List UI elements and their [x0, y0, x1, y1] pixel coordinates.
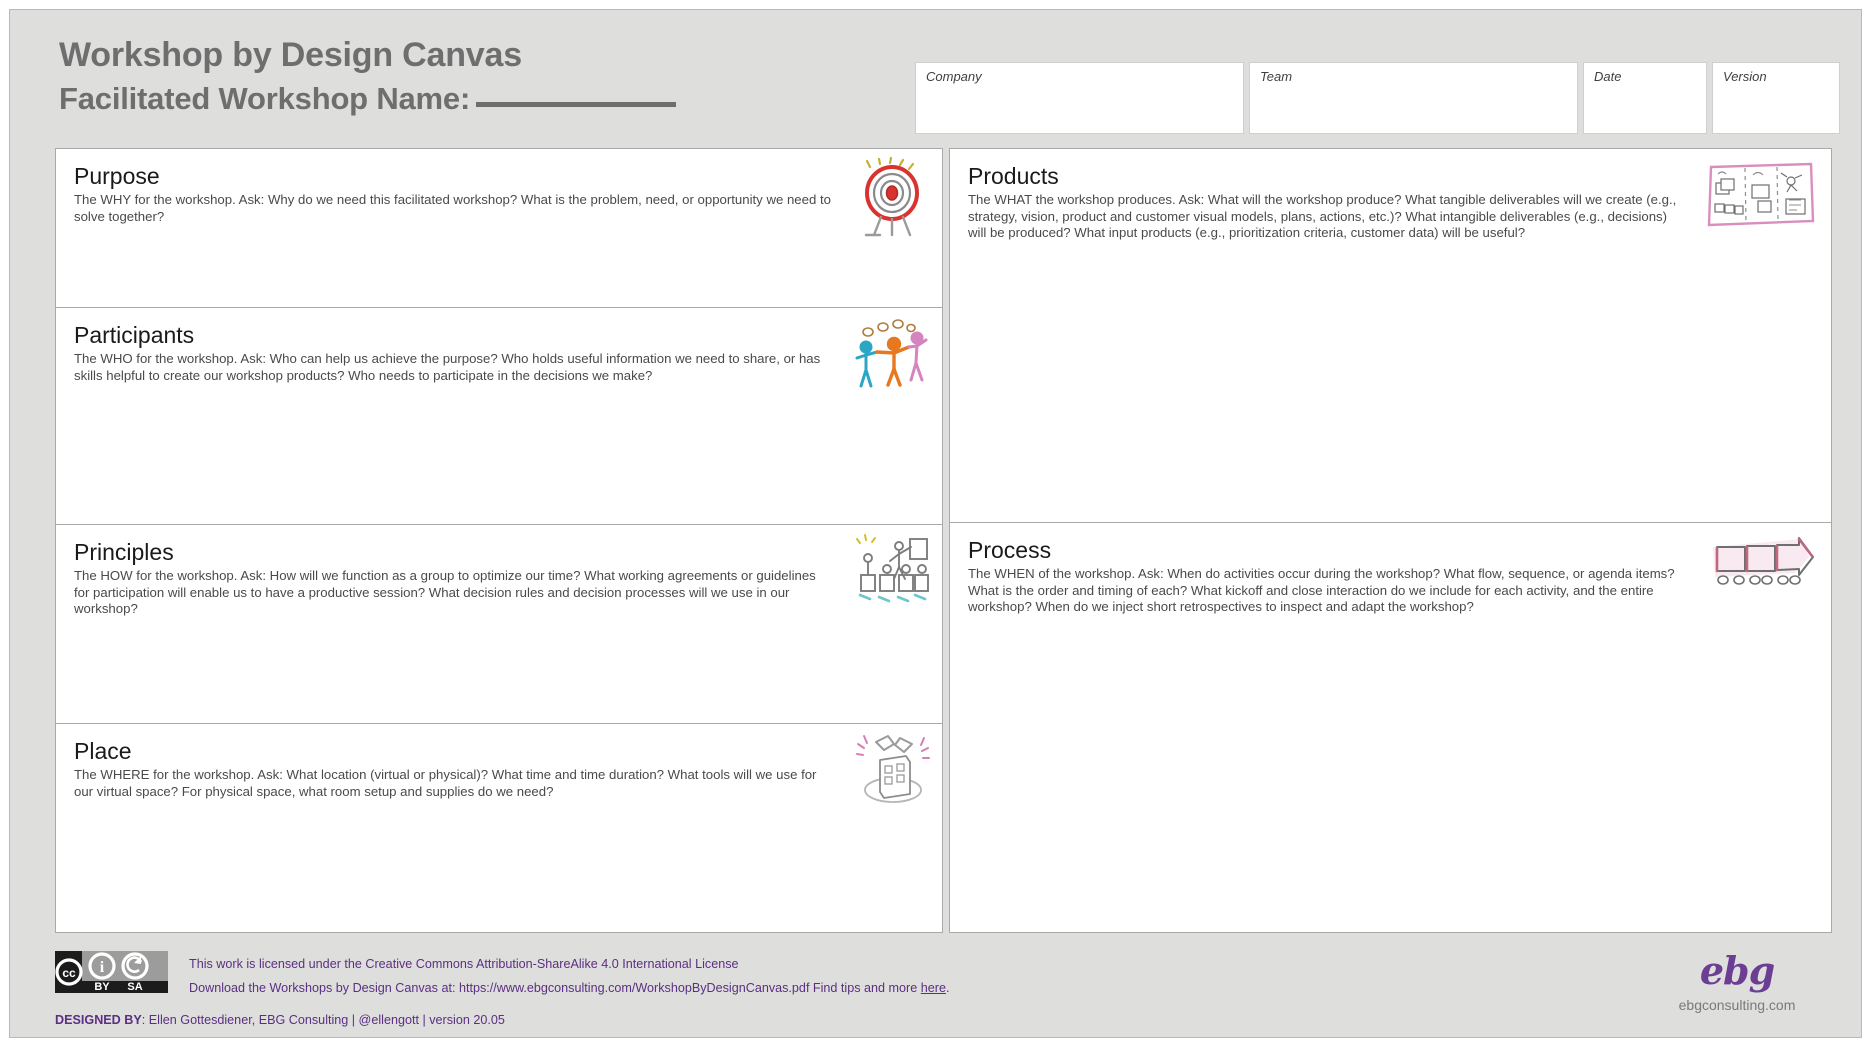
tips-here-link[interactable]: here: [921, 981, 946, 995]
designed-by-value: : Ellen Gottesdiener, EBG Consulting | @…: [141, 1013, 505, 1027]
version-field-label: Version: [1723, 69, 1767, 84]
group-meeting-icon: [854, 533, 932, 613]
svg-text:SA: SA: [127, 981, 142, 993]
workshop-by-design-canvas: Workshop by Design Canvas Facilitated Wo…: [0, 0, 1871, 1047]
header-meta-fields: Company Team Date Version: [915, 62, 1840, 134]
license-text-block: This work is licensed under the Creative…: [189, 952, 949, 1000]
panel-place[interactable]: Place The WHERE for the workshop. Ask: W…: [55, 723, 943, 933]
svg-text:cc: cc: [62, 966, 76, 980]
team-field-label: Team: [1260, 69, 1293, 84]
panel-process[interactable]: Process The WHEN of the workshop. Ask: W…: [949, 522, 1832, 933]
download-line-prefix: Download the Workshops by Design Canvas …: [189, 981, 921, 995]
canvas-header: Workshop by Design Canvas Facilitated Wo…: [9, 9, 1862, 149]
download-line: Download the Workshops by Design Canvas …: [189, 976, 949, 1000]
canvas-footer: cc i BY SA This work is licensed under t…: [9, 939, 1862, 1038]
ebg-website-url: ebgconsulting.com: [1678, 997, 1796, 1013]
left-column: Purpose The WHY for the workshop. Ask: W…: [55, 148, 943, 933]
ebg-brand-block: ebg ebgconsulting.com: [1642, 949, 1832, 1015]
people-group-icon: [854, 316, 932, 396]
panel-process-title: Process: [968, 537, 1052, 563]
panel-products[interactable]: Products The WHAT the workshop produces.…: [949, 148, 1832, 523]
panel-place-description: The WHERE for the workshop. Ask: What lo…: [74, 767, 817, 799]
panel-purpose[interactable]: Purpose The WHY for the workshop. Ask: W…: [55, 148, 943, 308]
panel-principles-title: Principles: [74, 539, 174, 565]
creative-commons-by-sa-icon: cc i BY SA: [55, 951, 168, 993]
panel-principles-description: The HOW for the workshop. Ask: How will …: [74, 568, 816, 616]
company-field[interactable]: Company: [915, 62, 1244, 134]
bullseye-target-icon: [854, 156, 932, 237]
designed-by-label: DESIGNED BY: [55, 1013, 142, 1027]
building-location-icon: [854, 732, 932, 812]
panel-purpose-title: Purpose: [74, 163, 160, 189]
canvas-main-grid: Purpose The WHY for the workshop. Ask: W…: [55, 148, 1832, 933]
workshop-name-label: Facilitated Workshop Name:: [59, 79, 677, 119]
panel-purpose-description: The WHY for the workshop. Ask: Why do we…: [74, 192, 831, 224]
workshop-name-prefix: Facilitated Workshop Name:: [59, 81, 471, 116]
whiteboard-stickies-icon: [1705, 159, 1817, 231]
date-field[interactable]: Date: [1583, 62, 1707, 134]
panel-participants-title: Participants: [74, 322, 195, 348]
team-field[interactable]: Team: [1249, 62, 1578, 134]
panel-products-title: Products: [968, 163, 1059, 189]
designed-by-line: DESIGNED BY: Ellen Gottesdiener, EBG Con…: [55, 1012, 505, 1028]
ebg-logo: ebg: [1699, 948, 1775, 993]
canvas-title: Workshop by Design Canvas: [59, 36, 522, 74]
license-line: This work is licensed under the Creative…: [189, 957, 739, 971]
workshop-name-blank[interactable]: [476, 102, 677, 107]
panel-process-description: The WHEN of the workshop. Ask: When do a…: [968, 566, 1675, 614]
svg-text:i: i: [100, 959, 105, 976]
download-line-suffix: .: [945, 981, 950, 995]
version-field[interactable]: Version: [1712, 62, 1840, 134]
title-block: Workshop by Design Canvas Facilitated Wo…: [59, 35, 677, 119]
panel-place-title: Place: [74, 738, 132, 764]
panel-principles[interactable]: Principles The HOW for the workshop. Ask…: [55, 524, 943, 724]
right-column: Products The WHAT the workshop produces.…: [949, 148, 1832, 933]
panel-participants[interactable]: Participants The WHO for the workshop. A…: [55, 307, 943, 525]
company-field-label: Company: [926, 69, 982, 84]
process-flow-arrow-icon: [1705, 533, 1817, 605]
date-field-label: Date: [1594, 69, 1622, 84]
svg-text:BY: BY: [94, 981, 110, 993]
panel-products-description: The WHAT the workshop produces. Ask: Wha…: [968, 192, 1677, 240]
panel-participants-description: The WHO for the workshop. Ask: Who can h…: [74, 351, 821, 383]
